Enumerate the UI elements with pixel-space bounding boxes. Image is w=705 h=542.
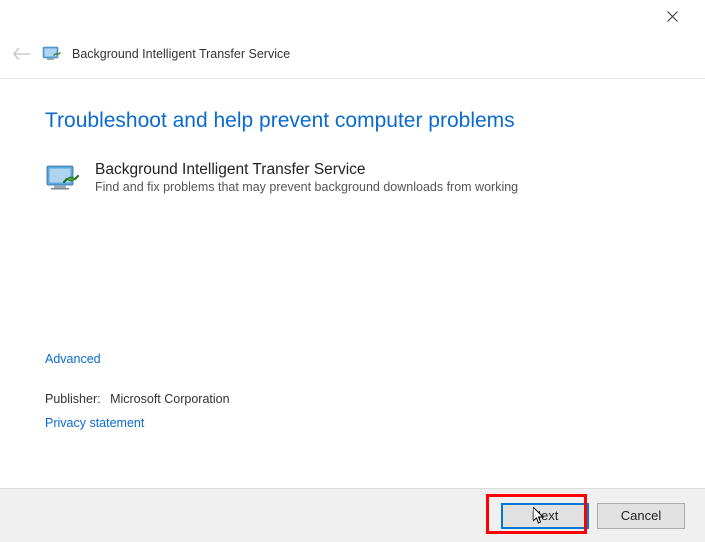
close-icon	[667, 11, 678, 22]
troubleshooter-title: Background Intelligent Transfer Service	[95, 161, 665, 179]
header-title: Background Intelligent Transfer Service	[72, 47, 290, 61]
page-heading: Troubleshoot and help prevent computer p…	[45, 109, 665, 133]
footer-bar: Next Cancel	[0, 488, 705, 542]
back-button[interactable]	[12, 44, 32, 64]
close-button[interactable]	[650, 1, 695, 31]
advanced-link[interactable]: Advanced	[45, 352, 101, 366]
troubleshooter-description: Find and fix problems that may prevent b…	[95, 180, 665, 194]
cancel-button[interactable]: Cancel	[597, 503, 685, 529]
publisher-name: Microsoft Corporation	[110, 392, 230, 406]
window-header: Background Intelligent Transfer Service	[0, 32, 705, 79]
troubleshooter-text: Background Intelligent Transfer Service …	[95, 161, 665, 194]
lower-section: Advanced Publisher: Microsoft Corporatio…	[45, 350, 230, 432]
back-arrow-icon	[13, 47, 31, 61]
publisher-info: Publisher: Microsoft Corporation	[45, 392, 230, 406]
publisher-label: Publisher:	[45, 392, 101, 406]
titlebar	[0, 0, 705, 32]
troubleshooter-icon	[45, 164, 81, 194]
privacy-link[interactable]: Privacy statement	[45, 416, 144, 430]
troubleshooter-header-icon	[42, 46, 62, 62]
next-button[interactable]: Next	[501, 503, 589, 529]
troubleshooter-item: Background Intelligent Transfer Service …	[45, 161, 665, 194]
content-area: Troubleshoot and help prevent computer p…	[0, 79, 705, 194]
